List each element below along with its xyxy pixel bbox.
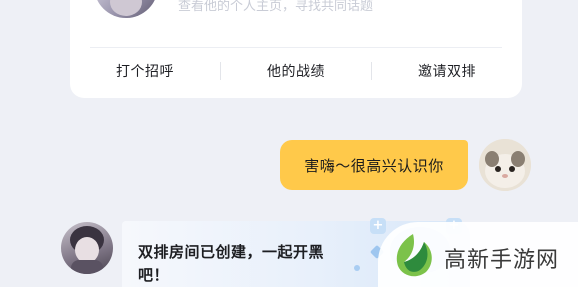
message-text: 双排房间已创建，一起开黑吧！ [138, 243, 325, 284]
profile-card: 查看他的个人主页，寻找共同话题 打个招呼 他的战绩 邀请双排 [70, 0, 522, 98]
dot-decoration [354, 265, 360, 271]
say-hi-button[interactable]: 打个招呼 [70, 61, 220, 81]
plus-icon: + [370, 218, 386, 234]
message-text: 害嗨～很高兴认识你 [304, 156, 444, 175]
invite-duo-button[interactable]: 邀请双排 [372, 61, 522, 81]
watermark-text: 高新手游网 [444, 248, 560, 273]
chat-screen: 查看他的个人主页，寻找共同话题 打个招呼 他的战绩 邀请双排 害嗨～很高兴认识你 [0, 0, 578, 287]
watermark: 高新手游网 [378, 222, 578, 287]
profile-actions: 打个招呼 他的战绩 邀请双排 [70, 55, 522, 87]
friend-avatar[interactable] [61, 222, 113, 274]
profile-avatar[interactable] [94, 0, 158, 18]
divider [90, 47, 502, 48]
profile-intro-text: 查看他的个人主页，寻找共同话题 [178, 0, 374, 14]
view-record-button[interactable]: 他的战绩 [221, 61, 371, 81]
message-bubble-outgoing[interactable]: 害嗨～很高兴认识你 [280, 140, 468, 190]
my-avatar[interactable] [479, 139, 531, 191]
watermark-logo-icon [396, 234, 432, 277]
